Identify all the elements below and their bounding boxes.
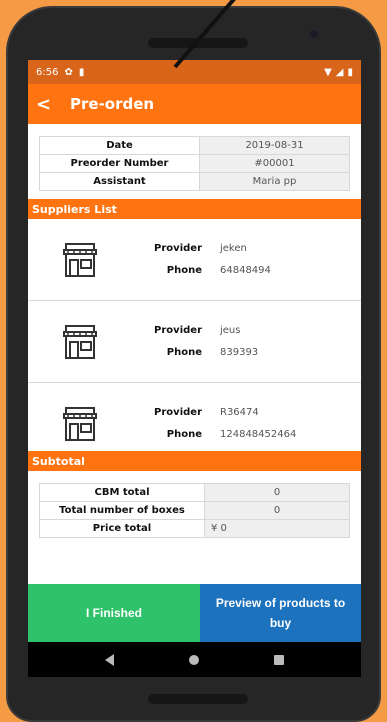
- subtotal-header: Subtotal: [28, 451, 361, 471]
- provider-value: jeken: [220, 243, 247, 254]
- suppliers-list[interactable]: Provider jeken Phone 64848494 Provider jeus…: [28, 219, 361, 451]
- phone-value: 839393: [220, 347, 259, 358]
- battery-icon: ▮: [347, 66, 353, 78]
- subtotal-table: CBM total 0 Total number of boxes 0 Pric…: [39, 483, 350, 538]
- provider-label: Provider: [154, 243, 202, 254]
- info-value: #00001: [199, 154, 350, 173]
- nav-recents-icon[interactable]: [273, 654, 284, 665]
- status-bar: 6:56 ✿ ▮ ▼ ◢ ▮: [28, 60, 361, 84]
- page-title: Pre-orden: [70, 95, 155, 113]
- phone-label: Phone: [166, 429, 202, 440]
- wifi-icon: ▼: [324, 66, 332, 78]
- phone-label: Phone: [166, 265, 202, 276]
- provider-value: jeus: [220, 325, 241, 336]
- system-nav-bar: [28, 642, 361, 677]
- subtotal-label: CBM total: [39, 483, 205, 502]
- list-item[interactable]: Provider jeus Phone 839393: [28, 301, 361, 383]
- app-bar: < Pre-orden: [28, 84, 361, 124]
- order-info-table: Date 2019-08-31 Preorder Number #00001 A…: [39, 136, 350, 191]
- app-screen: 6:56 ✿ ▮ ▼ ◢ ▮ < Pre-orden Date 2019-08-…: [28, 60, 361, 677]
- provider-value: R36474: [220, 407, 259, 418]
- list-item[interactable]: Provider jeken Phone 64848494: [28, 219, 361, 301]
- list-item[interactable]: Provider R36474 Phone 124848452464: [28, 383, 361, 451]
- table-row: Total number of boxes 0: [39, 501, 350, 520]
- store-icon: [63, 406, 97, 441]
- provider-label: Provider: [154, 325, 202, 336]
- phone-camera: [310, 30, 318, 38]
- store-icon: [63, 242, 97, 277]
- table-row: Date 2019-08-31: [39, 136, 350, 155]
- subtotal-label: Price total: [39, 519, 205, 538]
- phone-value: 124848452464: [220, 429, 297, 440]
- info-label: Assistant: [39, 172, 200, 191]
- arrow-back-icon[interactable]: <: [36, 94, 64, 115]
- info-value: 2019-08-31: [199, 136, 350, 155]
- info-label: Preorder Number: [39, 154, 200, 173]
- table-row: Price total ¥ 0: [39, 519, 350, 538]
- subtotal-value: ¥ 0: [204, 519, 350, 538]
- preview-products-button[interactable]: Preview of products to buy: [200, 584, 361, 642]
- action-bar: I Finished Preview of products to buy: [28, 584, 361, 642]
- signal-icon: ◢: [335, 66, 344, 78]
- phone-label: Phone: [166, 347, 202, 358]
- info-label: Date: [39, 136, 200, 155]
- settings-icon: ✿: [64, 66, 73, 78]
- subtotal-value: 0: [204, 483, 350, 502]
- nav-back-icon[interactable]: [105, 653, 115, 666]
- phone-value: 64848494: [220, 265, 271, 276]
- sim-icon: ▮: [78, 66, 85, 78]
- table-row: Assistant Maria pp: [39, 172, 350, 191]
- info-value: Maria pp: [199, 172, 350, 191]
- subtotal-value: 0: [204, 501, 350, 520]
- suppliers-header: Suppliers List: [28, 199, 361, 219]
- provider-label: Provider: [154, 407, 202, 418]
- table-row: Preorder Number #00001: [39, 154, 350, 173]
- status-time: 6:56: [36, 66, 59, 78]
- table-row: CBM total 0: [39, 483, 350, 502]
- nav-home-icon[interactable]: [188, 654, 199, 665]
- subtotal-label: Total number of boxes: [39, 501, 205, 520]
- finish-button[interactable]: I Finished: [28, 584, 200, 642]
- store-icon: [63, 324, 97, 359]
- phone-bottom-speaker: [148, 694, 248, 704]
